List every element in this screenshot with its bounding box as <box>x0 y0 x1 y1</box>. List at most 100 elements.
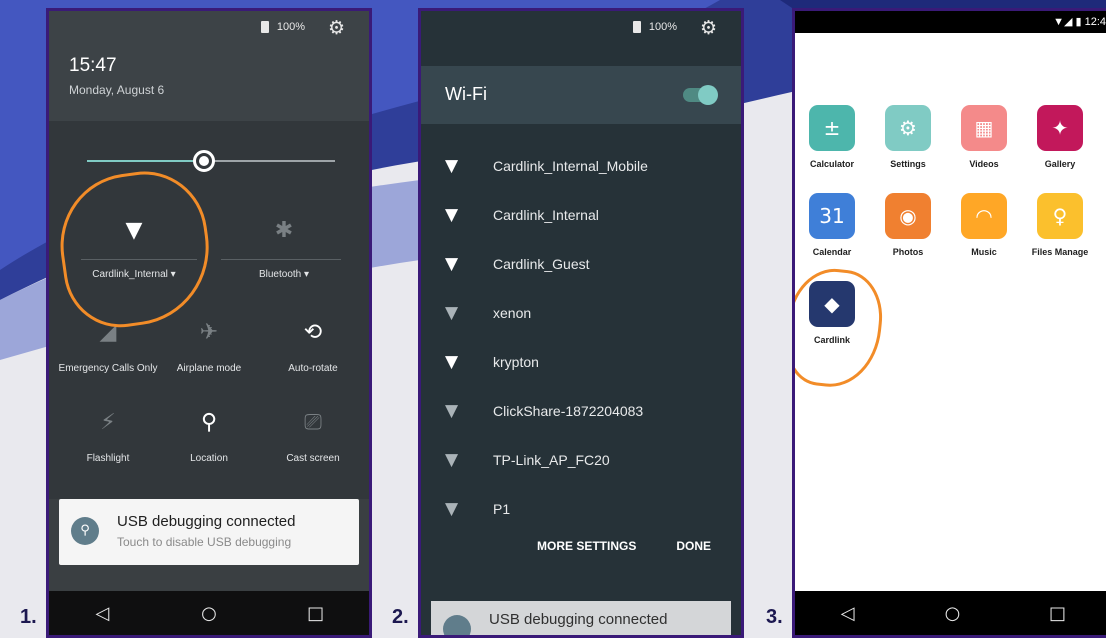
wifi-signal-icon: ▼ <box>445 302 459 323</box>
wifi-network-row[interactable]: ▼ TP-Link_AP_FC20 <box>421 435 741 484</box>
notification-title: USB debugging connected <box>117 513 296 530</box>
nav-bar: ◁ ○ □ <box>49 591 369 635</box>
tile-mobile-label: Emergency Calls Only <box>58 363 158 374</box>
date: Monday, August 6 <box>69 83 165 97</box>
usb-debug-notification[interactable]: ⚲ USB debugging connected Touch to disab… <box>59 499 359 565</box>
wifi-network-row[interactable]: ▼ xenon <box>421 288 741 337</box>
brightness-fill <box>87 160 204 162</box>
tile-cast-label: Cast screen <box>286 453 340 464</box>
step-label-2: 2. <box>392 606 409 628</box>
app-label: Calculator <box>809 159 854 169</box>
app-music[interactable]: ◠ Music <box>944 193 1024 257</box>
tile-autorotate[interactable]: ⟲ Auto-rotate <box>261 317 365 374</box>
files-manage-icon: ♀ <box>1037 193 1083 239</box>
notification-header: 100% ⚙ 15:47 Monday, August 6 <box>49 11 369 121</box>
wifi-network-name: Cardlink_Internal <box>493 206 599 223</box>
gear-icon[interactable]: ⚙ <box>700 17 717 39</box>
app-gallery[interactable]: ✦ Gallery <box>1020 105 1100 169</box>
wifi-signal-icon: ▼ <box>445 204 459 225</box>
battery-icon <box>260 21 269 33</box>
app-calendar[interactable]: 31 Calendar <box>795 193 872 257</box>
step-label-1: 1. <box>20 606 37 628</box>
rotate-icon: ⟲ <box>303 320 323 345</box>
back-icon[interactable]: ◁ <box>72 603 132 624</box>
wifi-network-row[interactable]: ▼ P1 <box>421 484 741 533</box>
notification-title: USB debugging connected <box>489 611 668 628</box>
cast-icon: ⎚ <box>304 410 322 435</box>
wifi-title: Wi-Fi <box>445 84 487 104</box>
status-time: 12:4 <box>1084 16 1106 28</box>
battery-percent: 100% <box>648 21 677 33</box>
battery-icon <box>632 21 641 33</box>
app-label: Videos <box>969 159 999 169</box>
notification-text: Touch to disable USB debugging <box>117 535 292 549</box>
tile-bluetooth-label: Bluetooth ▾ <box>258 269 310 280</box>
wifi-network-name: TP-Link_AP_FC20 <box>493 451 610 468</box>
usb-icon <box>443 615 471 635</box>
battery-percent: 100% <box>276 21 305 33</box>
wifi-network-name: ClickShare-1872204083 <box>493 402 644 419</box>
gear-icon[interactable]: ⚙ <box>328 17 345 39</box>
settings-icon: ⚙ <box>885 105 931 151</box>
clock: 15:47 <box>69 55 117 76</box>
app-label: Photos <box>892 247 924 257</box>
wifi-network-name: Cardlink_Guest <box>493 255 590 272</box>
tile-cast[interactable]: ⎚ Cast screen <box>261 407 365 464</box>
tile-location-label: Location <box>190 453 228 464</box>
airplane-icon: ✈ <box>199 320 219 345</box>
wifi-signal-icon: ▼ <box>445 351 459 372</box>
status-bar: 100% <box>632 21 677 33</box>
back-icon[interactable]: ◁ <box>818 603 878 624</box>
phone-quick-settings: 100% ⚙ 15:47 Monday, August 6 ▼ Cardlink… <box>46 8 372 638</box>
usb-debug-notification[interactable]: USB debugging connected <box>431 601 731 635</box>
tile-airplane[interactable]: ✈ Airplane mode <box>159 317 259 374</box>
home-icon[interactable]: ○ <box>179 603 239 624</box>
music-icon: ◠ <box>961 193 1007 239</box>
recents-icon[interactable]: □ <box>1028 603 1088 624</box>
tile-airplane-label: Airplane mode <box>176 363 242 374</box>
app-label: Calendar <box>812 247 852 257</box>
app-settings[interactable]: ⚙ Settings <box>868 105 948 169</box>
tile-autorotate-label: Auto-rotate <box>288 363 338 374</box>
brightness-handle[interactable] <box>192 150 215 172</box>
highlight-circle-cardlink <box>795 264 887 392</box>
home-icon[interactable]: ○ <box>923 603 983 624</box>
app-photos[interactable]: ◉ Photos <box>868 193 948 257</box>
videos-icon: ▦ <box>961 105 1007 151</box>
calculator-icon: ± <box>809 105 855 151</box>
app-label: Music <box>971 247 997 257</box>
usb-icon: ⚲ <box>71 517 99 545</box>
flashlight-icon: ⚡ <box>100 410 116 435</box>
more-settings-button[interactable]: MORE SETTINGS <box>537 539 636 553</box>
wifi-network-row[interactable]: ▼ Cardlink_Internal_Mobile <box>421 141 741 190</box>
app-label: Settings <box>890 159 926 169</box>
step-label-3: 3. <box>766 606 783 628</box>
location-icon: ⚲ <box>200 410 218 435</box>
wifi-signal-icon: ▼ <box>445 498 459 519</box>
tile-location[interactable]: ⚲ Location <box>159 407 259 464</box>
wifi-network-name: xenon <box>493 304 532 321</box>
app-label: Gallery <box>1044 159 1076 169</box>
wifi-network-row[interactable]: ▼ Cardlink_Guest <box>421 239 741 288</box>
wifi-toggle[interactable] <box>683 85 718 105</box>
wifi-network-row[interactable]: ▼ krypton <box>421 337 741 386</box>
wifi-network-row[interactable]: ▼ ClickShare-1872204083 <box>421 386 741 435</box>
wifi-network-name: P1 <box>493 500 511 517</box>
wifi-network-row[interactable]: ▼ Cardlink_Internal <box>421 190 741 239</box>
app-videos[interactable]: ▦ Videos <box>944 105 1024 169</box>
phone-app-drawer: ▼◢ ▮ 12:4 ± Calculator ⚙ Settings ▦ Videos ✦ Ga… <box>792 8 1106 638</box>
wifi-network-name: krypton <box>493 353 539 370</box>
tile-flashlight-label: Flashlight <box>86 453 130 464</box>
bluetooth-off-icon: ✱ <box>274 218 294 243</box>
app-label: Files Manage <box>1031 247 1089 257</box>
app-calculator[interactable]: ± Calculator <box>795 105 872 169</box>
wifi-header: Wi-Fi <box>421 66 741 124</box>
app-files-manage[interactable]: ♀ Files Manage <box>1020 193 1100 257</box>
tile-bluetooth[interactable]: ✱ Bluetooth ▾ <box>219 215 349 280</box>
recents-icon[interactable]: □ <box>286 603 346 624</box>
nav-bar: ◁ ○ □ <box>795 591 1106 635</box>
status-bar: ▼◢ ▮ 12:4 <box>795 11 1106 33</box>
dialog-actions: MORE SETTINGS DONE <box>537 539 711 553</box>
done-button[interactable]: DONE <box>676 539 711 553</box>
tile-flashlight[interactable]: ⚡ Flashlight <box>53 407 163 464</box>
